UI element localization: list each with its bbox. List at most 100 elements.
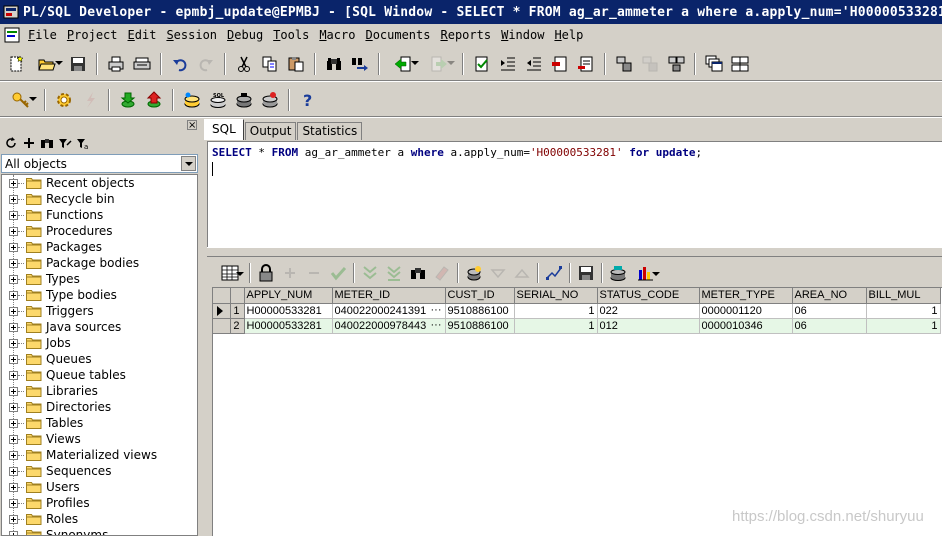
column-header-bill-mul[interactable]: BILL_MUL <box>866 288 941 304</box>
chevron-down-icon[interactable] <box>181 156 196 171</box>
grid-cell[interactable]: 0000001120 <box>699 303 793 319</box>
fetch-last-button[interactable] <box>382 262 406 284</box>
clear-record-button[interactable] <box>430 262 454 284</box>
print-preview-button[interactable] <box>129 51 155 77</box>
editor-result-splitter[interactable] <box>207 247 942 257</box>
ellipsis-button[interactable]: ··· <box>431 304 442 316</box>
forward-button[interactable] <box>421 51 457 77</box>
tree-node[interactable]: Views <box>2 431 197 447</box>
find-next-button[interactable] <box>347 51 373 77</box>
expand-plus-icon[interactable] <box>9 194 18 204</box>
post-changes-button[interactable] <box>326 262 350 284</box>
filter-button[interactable] <box>56 133 74 153</box>
grid-cell[interactable]: 1 <box>866 318 941 334</box>
expand-plus-icon[interactable] <box>9 450 18 460</box>
tree-node[interactable]: Sequences <box>2 463 197 479</box>
edit-data-button[interactable] <box>254 262 278 284</box>
grid-cell[interactable]: 040022000978443 ··· <box>332 318 446 334</box>
session-button[interactable] <box>611 51 637 77</box>
column-header-serial-no[interactable]: SERIAL_NO <box>514 288 598 304</box>
grid-cell[interactable]: 040022000241391 ··· <box>332 303 446 319</box>
redo-button[interactable] <box>193 51 219 77</box>
back-button[interactable] <box>385 51 421 77</box>
cascade-windows-button[interactable] <box>701 51 727 77</box>
row-indicator[interactable] <box>213 303 231 319</box>
single-record-view-button[interactable] <box>542 262 566 284</box>
new-sql-window-button[interactable] <box>179 87 205 113</box>
expand-plus-icon[interactable] <box>9 290 18 300</box>
tree-node[interactable]: Functions <box>2 207 197 223</box>
grid-cell[interactable]: 012 <box>597 318 700 334</box>
column-header-apply-num[interactable]: APPLY_NUM <box>244 288 333 304</box>
expand-plus-icon[interactable] <box>9 338 18 348</box>
insert-record-button[interactable] <box>278 262 302 284</box>
sql-window-menu-icon[interactable] <box>3 26 21 44</box>
log-on-dropdown-button[interactable] <box>3 87 39 113</box>
menu-project[interactable]: Project <box>62 25 123 45</box>
unindent-button[interactable] <box>521 51 547 77</box>
menu-macro[interactable]: Macro <box>314 25 360 45</box>
explain-plan-button[interactable] <box>257 87 283 113</box>
delete-record-button[interactable] <box>302 262 326 284</box>
new-button[interactable] <box>3 51 29 77</box>
expand-plus-icon[interactable] <box>9 434 18 444</box>
table-row[interactable]: 2 H00000533281 040022000978443 ··· 951088… <box>213 318 941 334</box>
tree-node[interactable]: Jobs <box>2 335 197 351</box>
tree-node[interactable]: Type bodies <box>2 287 197 303</box>
break-button[interactable] <box>637 51 663 77</box>
column-header-cust-id[interactable]: CUST_ID <box>445 288 515 304</box>
close-pane-button[interactable]: × <box>187 120 197 131</box>
tree-node[interactable]: Queue tables <box>2 367 197 383</box>
grid-cell[interactable]: H00000533281 <box>244 318 333 334</box>
menu-session[interactable]: Session <box>161 25 222 45</box>
tree-node[interactable]: Package bodies <box>2 255 197 271</box>
object-filter-select[interactable]: All objects <box>1 154 198 173</box>
expand-plus-icon[interactable] <box>9 354 18 364</box>
menu-window[interactable]: Window <box>496 25 549 45</box>
column-header-meter-id[interactable]: METER_ID <box>332 288 446 304</box>
expand-plus-icon[interactable] <box>9 498 18 508</box>
undo-button[interactable] <box>167 51 193 77</box>
tree-node[interactable]: Procedures <box>2 223 197 239</box>
tree-node[interactable]: Types <box>2 271 197 287</box>
cut-button[interactable] <box>231 51 257 77</box>
tree-node[interactable]: Recent objects <box>2 175 197 191</box>
break-execution-button[interactable] <box>77 87 103 113</box>
open-button[interactable] <box>29 51 65 77</box>
find-button[interactable] <box>321 51 347 77</box>
expand-plus-icon[interactable] <box>9 402 18 412</box>
rollback-button[interactable] <box>141 87 167 113</box>
menu-tools[interactable]: Tools <box>268 25 314 45</box>
expand-plus-icon[interactable] <box>9 306 18 316</box>
expand-plus-icon[interactable] <box>9 210 18 220</box>
expand-plus-icon[interactable] <box>9 482 18 492</box>
menu-reports[interactable]: Reports <box>435 25 496 45</box>
save-results-button[interactable] <box>574 262 598 284</box>
expand-plus-icon[interactable] <box>9 274 18 284</box>
column-header-area-no[interactable]: AREA_NO <box>792 288 867 304</box>
export-results-button[interactable] <box>462 262 486 284</box>
ellipsis-button[interactable]: ··· <box>431 319 442 331</box>
expand-plus-icon[interactable] <box>9 466 18 476</box>
find-object-button[interactable] <box>38 133 56 153</box>
tree-node[interactable]: Users <box>2 479 197 495</box>
expand-plus-icon[interactable] <box>9 322 18 332</box>
uncomment-button[interactable] <box>573 51 599 77</box>
tile-windows-button[interactable] <box>727 51 753 77</box>
expand-plus-icon[interactable] <box>9 386 18 396</box>
grid-cell[interactable]: 1 <box>514 303 598 319</box>
tree-node[interactable]: Materialized views <box>2 447 197 463</box>
chart-dropdown-button[interactable] <box>630 262 662 284</box>
tree-node[interactable]: Synonyms <box>2 527 197 535</box>
tree-node[interactable]: Roles <box>2 511 197 527</box>
sql-editor[interactable]: SELECT * FROM ag_ar_ammeter a where a.ap… <box>207 141 942 247</box>
tree-node[interactable]: Triggers <box>2 303 197 319</box>
expand-plus-icon[interactable] <box>9 178 18 188</box>
refresh-button[interactable] <box>2 133 20 153</box>
command-window-button[interactable] <box>231 87 257 113</box>
tree-node[interactable]: Recycle bin <box>2 191 197 207</box>
row-indicator[interactable] <box>213 318 231 334</box>
expand-plus-icon[interactable] <box>9 418 18 428</box>
check-syntax-button[interactable] <box>469 51 495 77</box>
tab-sql[interactable]: SQL <box>204 119 244 140</box>
